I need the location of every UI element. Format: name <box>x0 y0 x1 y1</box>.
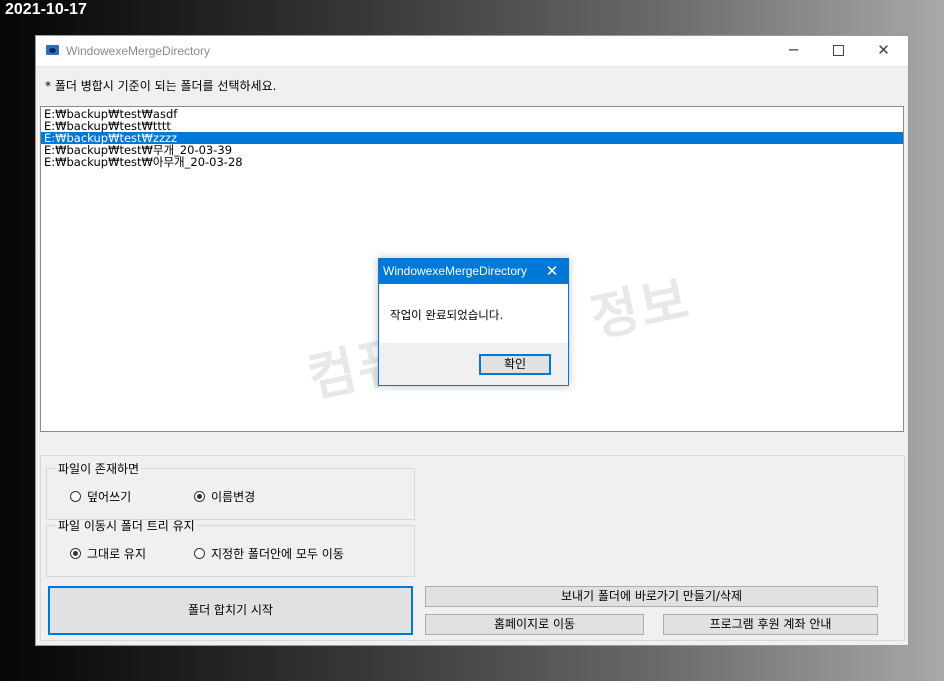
rename-radio[interactable]: 이름변경 <box>194 488 255 505</box>
title-bar[interactable]: WindowexeMergeDirectory ─ ✕ <box>36 36 908 67</box>
dialog-title-bar[interactable]: WindowexeMergeDirectory ✕ <box>379 259 568 284</box>
completion-dialog: WindowexeMergeDirectory ✕ 작업이 완료되었습니다. 확… <box>378 258 569 386</box>
homepage-button[interactable]: 홈페이지로 이동 <box>425 614 644 635</box>
maximize-button[interactable] <box>816 36 861 66</box>
dialog-message: 작업이 완료되었습니다. <box>390 308 504 322</box>
file-exists-group-label: 파일이 존재하면 <box>58 462 140 476</box>
radio-selected-icon <box>194 491 205 502</box>
close-button[interactable]: ✕ <box>861 36 906 66</box>
rename-radio-label: 이름변경 <box>211 490 256 504</box>
folder-app-icon <box>46 45 59 55</box>
radio-circle-icon <box>194 548 205 559</box>
start-merge-button[interactable]: 폴더 합치기 시작 <box>48 586 413 635</box>
sponsor-button[interactable]: 프로그램 후원 계좌 안내 <box>663 614 878 635</box>
dialog-ok-button[interactable]: 확인 <box>479 354 551 375</box>
date-stamp: 2021-10-17 <box>5 1 87 18</box>
minimize-button[interactable]: ─ <box>771 36 816 66</box>
move-into-folder-radio-label: 지정한 폴더안에 모두 이동 <box>211 547 344 561</box>
dialog-footer: 확인 <box>379 343 568 385</box>
radio-selected-icon <box>70 548 81 559</box>
keep-tree-radio[interactable]: 그대로 유지 <box>70 545 146 562</box>
dialog-title: WindowexeMergeDirectory <box>383 264 528 278</box>
move-into-folder-radio[interactable]: 지정한 폴더안에 모두 이동 <box>194 545 344 562</box>
radio-circle-icon <box>70 491 81 502</box>
overwrite-radio[interactable]: 덮어쓰기 <box>70 488 131 505</box>
sendto-shortcut-button[interactable]: 보내기 폴더에 바로가기 만들기/삭제 <box>425 586 878 607</box>
maximize-icon <box>833 45 844 56</box>
folder-list-item[interactable]: E:₩backup₩test₩아무개_20-03-28 <box>41 156 903 168</box>
options-panel: 파일이 존재하면 덮어쓰기 이름변경 파일 이동시 폴더 트리 유지 그대로 유… <box>40 455 905 641</box>
tree-keep-group-label: 파일 이동시 폴더 트리 유지 <box>58 519 195 533</box>
overwrite-radio-label: 덮어쓰기 <box>87 490 132 504</box>
keep-tree-radio-label: 그대로 유지 <box>87 547 147 561</box>
window-title: WindowexeMergeDirectory <box>66 44 211 58</box>
instruction-label: * 폴더 병합시 기준이 되는 폴더를 선택하세요. <box>45 79 277 93</box>
dialog-close-button[interactable]: ✕ <box>536 259 568 284</box>
